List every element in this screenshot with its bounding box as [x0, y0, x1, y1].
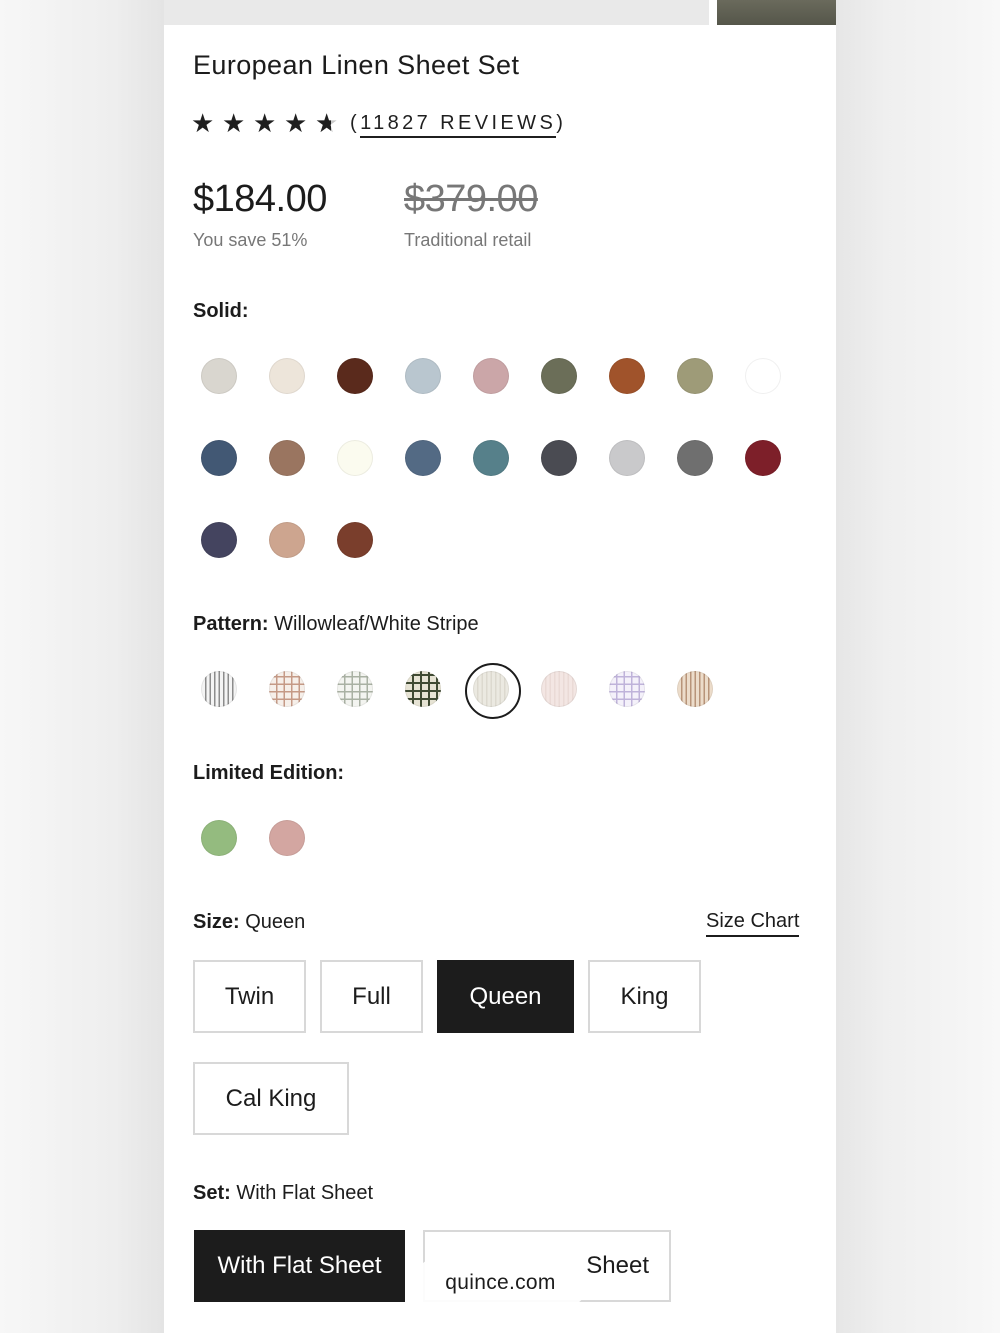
product-thumbnail[interactable]: [717, 0, 836, 25]
limited-label: Limited Edition:: [193, 762, 345, 784]
retail-price: $379.00: [404, 178, 538, 220]
size-chart-link[interactable]: Size Chart: [706, 910, 800, 937]
sale-price: $184.00: [193, 178, 327, 220]
pattern-swatch[interactable]: [541, 671, 577, 707]
retail-label: Traditional retail: [404, 230, 532, 250]
background-right: [836, 0, 1000, 1333]
set-label: Set: With Flat Sheet: [193, 1182, 374, 1204]
background-left: [0, 0, 164, 1333]
size-label: Size: Queen: [193, 911, 306, 933]
savings-text: You save 51%: [193, 230, 308, 250]
solid-color-swatch[interactable]: [337, 358, 373, 394]
pattern-value: Willowleaf/White Stripe: [274, 613, 479, 635]
solid-color-swatch[interactable]: [677, 358, 713, 394]
set-option-with-flat-sheet[interactable]: With Flat Sheet: [194, 1230, 405, 1302]
pattern-swatch[interactable]: [337, 671, 373, 707]
size-option-queen[interactable]: Queen: [437, 960, 574, 1033]
pattern-swatch[interactable]: [201, 671, 237, 707]
solid-color-swatch[interactable]: [677, 440, 713, 476]
product-image-bottom: [164, 0, 709, 25]
limited-edition-swatch[interactable]: [269, 820, 305, 856]
size-option-full[interactable]: Full: [320, 960, 423, 1033]
solid-color-swatch[interactable]: [337, 440, 373, 476]
rating-row: ★ ★ ★ ★ ★ (11827 REVIEWS): [191, 108, 566, 138]
solid-color-swatch[interactable]: [745, 358, 781, 394]
pattern-swatch[interactable]: [405, 671, 441, 707]
size-option-cal-king[interactable]: Cal King: [193, 1062, 349, 1135]
pattern-swatch[interactable]: [677, 671, 713, 707]
set-value: With Flat Sheet: [236, 1182, 374, 1204]
reviews-link[interactable]: (11827 REVIEWS): [350, 111, 566, 138]
size-option-twin[interactable]: Twin: [193, 960, 306, 1033]
solid-color-swatch[interactable]: [745, 440, 781, 476]
solid-color-swatch[interactable]: [541, 358, 577, 394]
star-icon: ★: [253, 108, 277, 138]
reviews-count[interactable]: 11827 REVIEWS: [360, 111, 557, 138]
solid-color-swatch[interactable]: [609, 358, 645, 394]
limited-edition-swatch[interactable]: [201, 820, 237, 856]
size-option-king[interactable]: King: [588, 960, 701, 1033]
solid-label: Solid:: [193, 300, 249, 322]
star-icon: ★: [191, 108, 215, 138]
pattern-label: Pattern: Willowleaf/White Stripe: [193, 613, 479, 635]
solid-color-swatch[interactable]: [473, 358, 509, 394]
solid-color-swatch[interactable]: [201, 522, 237, 558]
star-icon: ★: [284, 108, 308, 138]
solid-color-swatch[interactable]: [201, 440, 237, 476]
product-panel: European Linen Sheet Set ★ ★ ★ ★ ★ (1182…: [164, 0, 836, 1333]
solid-color-swatch[interactable]: [269, 358, 305, 394]
solid-color-swatch[interactable]: [609, 440, 645, 476]
product-title: European Linen Sheet Set: [193, 50, 520, 80]
pattern-swatch[interactable]: [269, 671, 305, 707]
solid-color-swatch[interactable]: [337, 522, 373, 558]
solid-color-swatch[interactable]: [201, 358, 237, 394]
solid-color-swatch[interactable]: [269, 440, 305, 476]
site-watermark: quince.com: [413, 1258, 588, 1308]
pattern-swatch[interactable]: [465, 663, 521, 719]
half-star-icon: ★: [315, 108, 346, 138]
pattern-swatch[interactable]: [609, 671, 645, 707]
size-value: Queen: [245, 911, 306, 933]
solid-color-swatch[interactable]: [473, 440, 509, 476]
solid-color-swatch[interactable]: [405, 358, 441, 394]
solid-color-swatch[interactable]: [405, 440, 441, 476]
solid-color-swatch[interactable]: [541, 440, 577, 476]
star-icon: ★: [222, 108, 246, 138]
solid-color-swatch[interactable]: [269, 522, 305, 558]
